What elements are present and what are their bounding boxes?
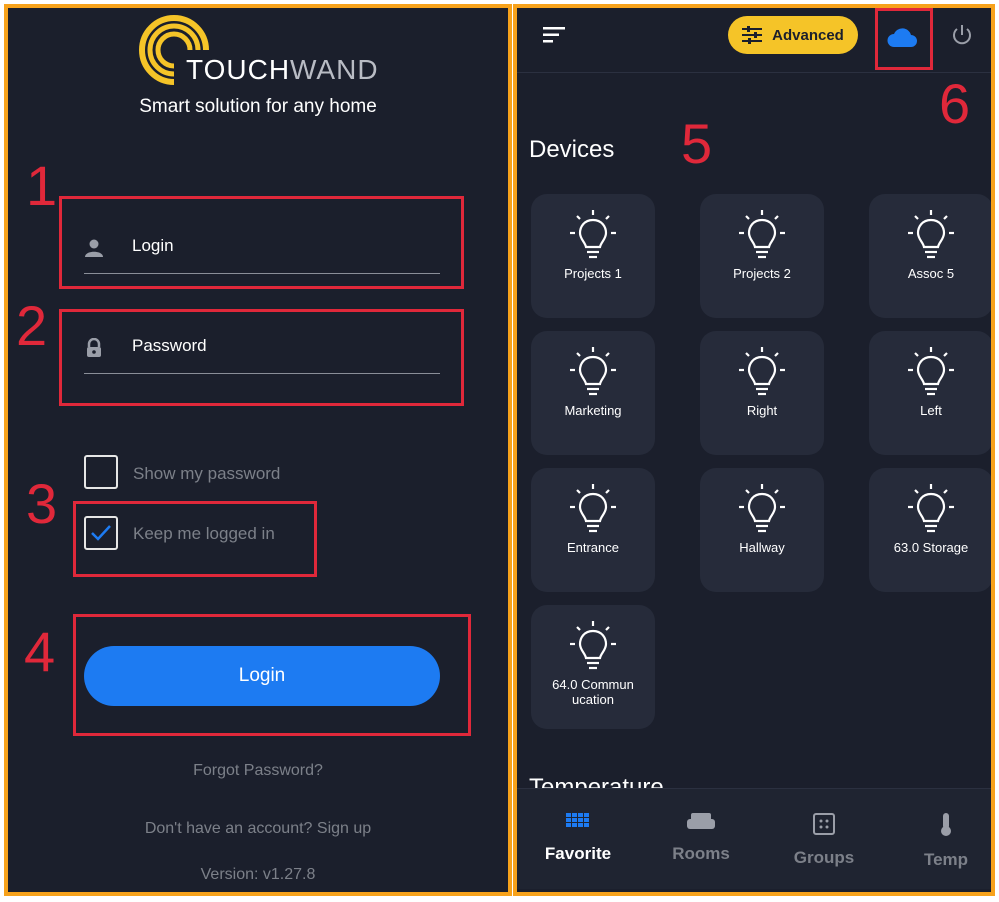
device-label: Right [746, 403, 778, 418]
lightbulb-icon [570, 347, 616, 396]
nav-label-temp: Temp [923, 850, 969, 869]
nav-label-favorite: Favorite [544, 844, 612, 863]
forgot-password-link[interactable]: Forgot Password? [8, 762, 508, 780]
sliders-icon [742, 26, 763, 44]
devices-title: Devices [529, 136, 615, 163]
device-tile[interactable]: Marketing [531, 331, 655, 455]
version-text: Version: v1.27.8 [200, 866, 316, 883]
annotation-4: 4 [24, 620, 56, 683]
nav-favorite[interactable]: Favorite [519, 813, 637, 864]
nav-groups[interactable]: Groups [765, 813, 883, 868]
checkmark-icon [91, 525, 111, 541]
signup-link[interactable]: Don't have an account? Sign up [8, 820, 508, 838]
nav-label-rooms: Rooms [672, 844, 730, 863]
keep-logged-checkbox[interactable] [84, 516, 118, 550]
device-tile[interactable]: Assoc 5 [869, 194, 991, 318]
groups-icon [813, 813, 835, 835]
sofa-icon [687, 813, 715, 829]
show-password-label: Show my password [133, 464, 281, 483]
annotation-3: 3 [26, 472, 58, 535]
annotation-5: 5 [681, 112, 713, 175]
device-tile[interactable]: Projects 1 [531, 194, 655, 318]
device-label: Hallway [739, 540, 785, 555]
sort-menu-icon[interactable] [543, 26, 567, 44]
device-label: Assoc 5 [907, 266, 955, 281]
tagline: Smart solution for any home [139, 96, 377, 117]
device-tile[interactable]: 64.0 Commun ucation [531, 605, 655, 729]
device-tile[interactable]: Projects 2 [700, 194, 824, 318]
advanced-button[interactable]: Advanced [728, 16, 858, 54]
nav-label-groups: Groups [793, 848, 855, 867]
annotation-1: 1 [26, 154, 58, 217]
dashboard-screen: Advanced 6 Devices 5 Projects 1 Projects … [513, 4, 995, 896]
nav-temp[interactable]: Temp [887, 813, 991, 870]
thermometer-icon [941, 813, 951, 836]
grid-icon [566, 813, 589, 827]
lightbulb-icon [908, 347, 954, 396]
lightbulb-icon [739, 484, 785, 533]
login-field[interactable]: Login [84, 234, 440, 274]
login-placeholder: Login [132, 236, 174, 255]
device-label: Projects 1 [564, 266, 622, 281]
lock-icon [87, 338, 101, 357]
lightbulb-icon [739, 347, 785, 396]
bottom-nav: Favorite Rooms Groups Temp [517, 788, 991, 889]
user-icon [85, 239, 103, 257]
password-underline [84, 373, 440, 374]
password-placeholder: Password [132, 336, 207, 355]
device-tile[interactable]: Hallway [700, 468, 824, 592]
lightbulb-icon [739, 210, 785, 259]
device-label: Left [920, 403, 942, 418]
login-button[interactable]: Login [84, 646, 440, 706]
annotation-2: 2 [16, 294, 48, 357]
login-underline [84, 273, 440, 274]
lightbulb-icon [908, 210, 954, 259]
power-icon[interactable] [951, 24, 973, 46]
device-label: 63.0 Storage [893, 540, 969, 555]
device-tile[interactable]: Right [700, 331, 824, 455]
nav-rooms[interactable]: Rooms [642, 813, 760, 864]
device-label: 64.0 Commun ucation [552, 677, 634, 707]
device-tile[interactable]: Left [869, 331, 991, 455]
top-bar: Advanced [517, 8, 991, 73]
show-password-checkbox[interactable] [84, 455, 118, 489]
device-tile[interactable]: 63.0 Storage [869, 468, 991, 592]
cloud-icon[interactable] [886, 26, 918, 48]
device-label: Projects 2 [733, 266, 791, 281]
login-screen: TOUCHWAND Smart solution for any home 1 … [4, 4, 512, 896]
lightbulb-icon [908, 484, 954, 533]
device-label: Marketing [564, 403, 622, 418]
annotation-6: 6 [939, 72, 971, 135]
keep-logged-label: Keep me logged in [133, 524, 275, 543]
password-field[interactable]: Password [84, 334, 440, 374]
brand-name: TOUCHWAND [186, 54, 379, 85]
lightbulb-icon [570, 210, 616, 259]
lightbulb-icon [570, 484, 616, 533]
device-label: Entrance [566, 540, 620, 555]
advanced-label: Advanced [772, 26, 844, 44]
device-tile[interactable]: Entrance [531, 468, 655, 592]
lightbulb-icon [570, 621, 616, 670]
